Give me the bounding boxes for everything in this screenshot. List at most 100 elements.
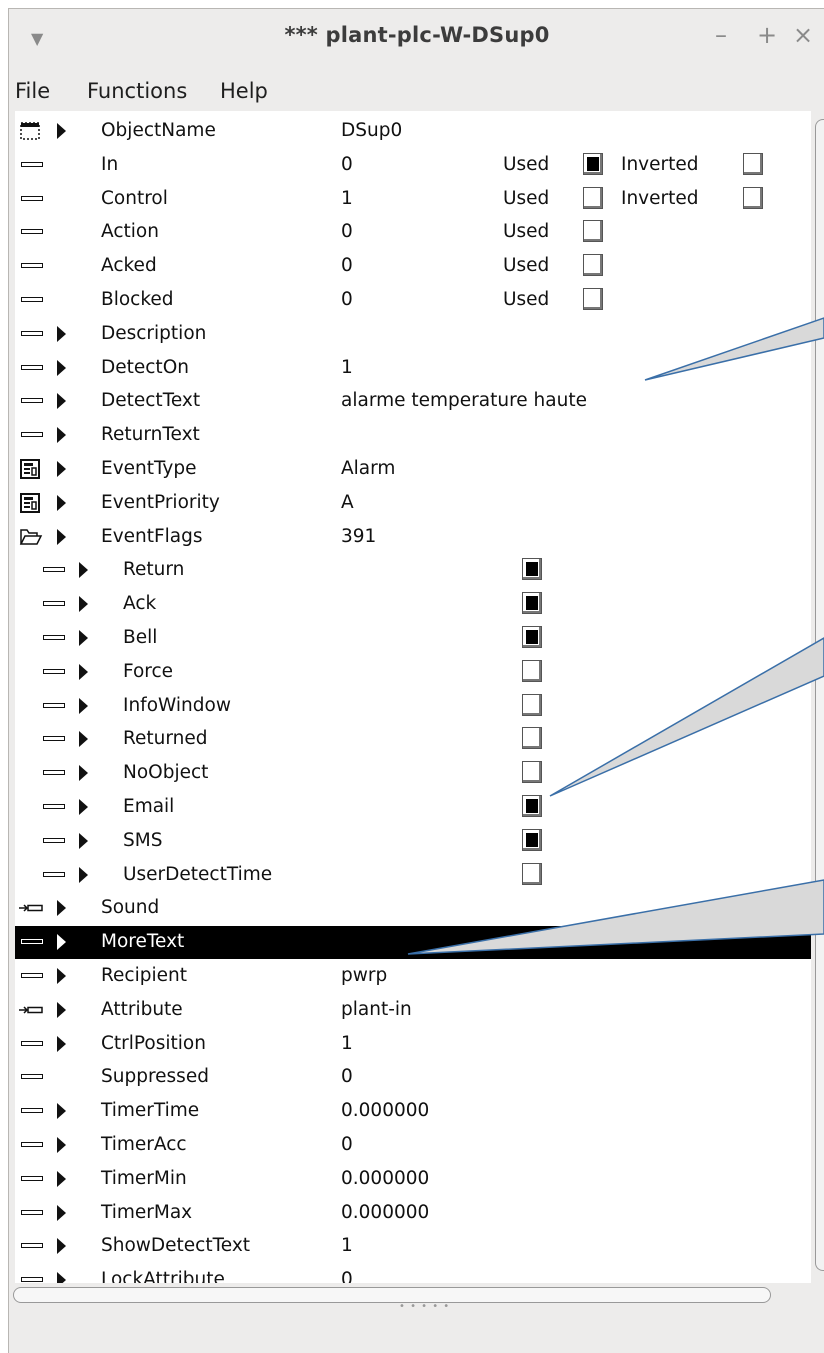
expand-arrow-icon[interactable] [57, 325, 66, 342]
expand-arrow-icon[interactable] [79, 866, 88, 883]
attribute-row-noobject[interactable]: NoObject [15, 757, 811, 790]
attribute-row-force[interactable]: Force [15, 656, 811, 689]
attribute-row-return[interactable]: Return [15, 554, 811, 587]
flag-checkbox[interactable] [522, 626, 542, 648]
attribute-row-sms[interactable]: SMS [15, 825, 811, 858]
expand-arrow-icon[interactable] [57, 528, 66, 545]
attribute-value[interactable]: 0.000000 [341, 1202, 429, 1223]
flag-checkbox[interactable] [522, 862, 542, 885]
expand-arrow-icon[interactable] [57, 1035, 66, 1052]
attribute-value[interactable]: 1 [341, 357, 353, 378]
attribute-value[interactable]: 0 [341, 255, 353, 276]
attribute-row-timertime[interactable]: TimerTime 0.000000 [15, 1095, 811, 1128]
title-bar[interactable]: ▼ *** plant-plc-W-DSup0 – + × [9, 9, 824, 65]
attribute-row-control[interactable]: Control 1 Used Inverted [15, 183, 811, 216]
expand-arrow-icon[interactable] [79, 799, 88, 815]
attribute-value[interactable]: Alarm [341, 458, 395, 479]
inverted-checkbox[interactable] [743, 152, 763, 175]
attribute-row-suppressed[interactable]: Suppressed 0 [15, 1061, 811, 1094]
menu-functions[interactable]: Functions [87, 79, 187, 103]
expand-arrow-icon[interactable] [57, 393, 66, 410]
attribute-row-returntext[interactable]: ReturnText [15, 419, 811, 452]
attribute-row-eventtype[interactable]: EventType Alarm [15, 453, 811, 486]
used-checkbox[interactable] [583, 288, 603, 310]
attribute-row-infowindow[interactable]: InfoWindow [15, 690, 811, 723]
attribute-row-detecton[interactable]: DetectOn 1 [15, 352, 811, 385]
expand-arrow-icon[interactable] [79, 562, 88, 579]
expand-arrow-icon[interactable] [79, 630, 88, 646]
attribute-value[interactable]: DSup0 [341, 120, 402, 141]
used-checkbox[interactable] [583, 152, 603, 175]
attribute-row-userdetecttime[interactable]: UserDetectTime [15, 859, 811, 892]
used-checkbox[interactable] [583, 186, 603, 209]
minimize-button[interactable]: – [715, 21, 727, 49]
attribute-row-returned[interactable]: Returned [15, 723, 811, 756]
attribute-row-ctrlposition[interactable]: CtrlPosition 1 [15, 1028, 811, 1061]
used-checkbox[interactable] [583, 220, 603, 243]
attribute-value[interactable]: plant-in [341, 999, 412, 1020]
attribute-value[interactable]: 0 [341, 1134, 353, 1155]
expand-arrow-icon[interactable] [57, 968, 66, 984]
attribute-value[interactable]: 1 [341, 188, 353, 209]
expand-arrow-icon[interactable] [57, 461, 66, 477]
attribute-row-email[interactable]: Email [15, 791, 811, 824]
expand-arrow-icon[interactable] [79, 663, 88, 680]
vertical-scroll-thumb[interactable] [815, 119, 824, 1271]
attribute-row-moretext[interactable]: MoreText [15, 926, 811, 960]
attribute-value[interactable]: 0.000000 [341, 1100, 429, 1121]
expand-arrow-icon[interactable] [57, 494, 66, 511]
flag-checkbox[interactable] [522, 761, 542, 784]
expand-arrow-icon[interactable] [57, 1103, 66, 1120]
used-checkbox[interactable] [583, 254, 603, 277]
expand-arrow-icon[interactable] [57, 123, 66, 139]
attribute-row-timermin[interactable]: TimerMin 0.000000 [15, 1163, 811, 1196]
attribute-row-description[interactable]: Description [15, 318, 811, 351]
expand-arrow-icon[interactable] [57, 1001, 66, 1018]
attribute-value[interactable]: 1 [341, 1235, 353, 1256]
expand-arrow-icon[interactable] [57, 427, 66, 444]
horizontal-scroll-thumb[interactable] [13, 1287, 771, 1303]
attribute-row-bell[interactable]: Bell [15, 622, 811, 655]
attribute-value[interactable]: 0 [341, 154, 353, 175]
attribute-row-showdetecttext[interactable]: ShowDetectText 1 [15, 1230, 811, 1263]
attribute-value[interactable]: 0 [341, 289, 353, 310]
attribute-row-blocked[interactable]: Blocked 0 Used [15, 284, 811, 317]
expand-arrow-icon[interactable] [57, 900, 66, 917]
attribute-row-attribute[interactable]: Attribute plant-in [15, 994, 811, 1027]
attribute-value[interactable]: 0 [341, 1066, 353, 1087]
expand-arrow-icon[interactable] [79, 697, 88, 714]
flag-checkbox[interactable] [522, 693, 542, 716]
attribute-value[interactable]: pwrp [341, 965, 387, 986]
attribute-row-ack[interactable]: Ack [15, 588, 811, 621]
flag-checkbox[interactable] [522, 828, 542, 851]
attribute-value[interactable]: A [341, 492, 354, 513]
attribute-value[interactable]: 0 [341, 221, 353, 242]
attribute-row-detecttext[interactable]: DetectText alarme temperature haute [15, 385, 811, 418]
attribute-row-timermax[interactable]: TimerMax 0.000000 [15, 1197, 811, 1230]
expand-arrow-icon[interactable] [57, 1170, 66, 1187]
attribute-row-in[interactable]: In 0 Used Inverted [15, 149, 811, 182]
attribute-row-eventpriority[interactable]: EventPriority A [15, 487, 811, 520]
flag-checkbox[interactable] [522, 659, 542, 682]
attribute-row-eventflags[interactable]: EventFlags 391 [15, 521, 811, 554]
expand-arrow-icon[interactable] [79, 596, 88, 613]
attribute-row-timeracc[interactable]: TimerAcc 0 [15, 1129, 811, 1162]
attribute-value[interactable]: 1 [341, 1033, 353, 1054]
attribute-row-lockattribute[interactable]: LockAttribute 0 [15, 1264, 811, 1283]
flag-checkbox[interactable] [522, 727, 542, 750]
expand-arrow-icon[interactable] [79, 765, 88, 782]
menu-file[interactable]: File [15, 79, 50, 103]
expand-arrow-icon[interactable] [57, 359, 66, 376]
expand-arrow-icon[interactable] [57, 1137, 66, 1153]
attribute-row-objectname[interactable]: ObjectName DSup0 [15, 115, 811, 148]
vertical-scrollbar[interactable] [811, 111, 824, 1283]
flag-checkbox[interactable] [522, 558, 542, 581]
expand-arrow-icon[interactable] [79, 731, 88, 748]
attribute-row-action[interactable]: Action 0 Used [15, 216, 811, 249]
expand-arrow-icon[interactable] [57, 1238, 66, 1255]
attribute-row-sound[interactable]: Sound [15, 892, 811, 925]
attribute-row-acked[interactable]: Acked 0 Used [15, 250, 811, 283]
attribute-value[interactable]: 391 [341, 526, 376, 547]
inverted-checkbox[interactable] [743, 186, 763, 209]
attribute-value[interactable]: 0 [341, 1269, 353, 1283]
